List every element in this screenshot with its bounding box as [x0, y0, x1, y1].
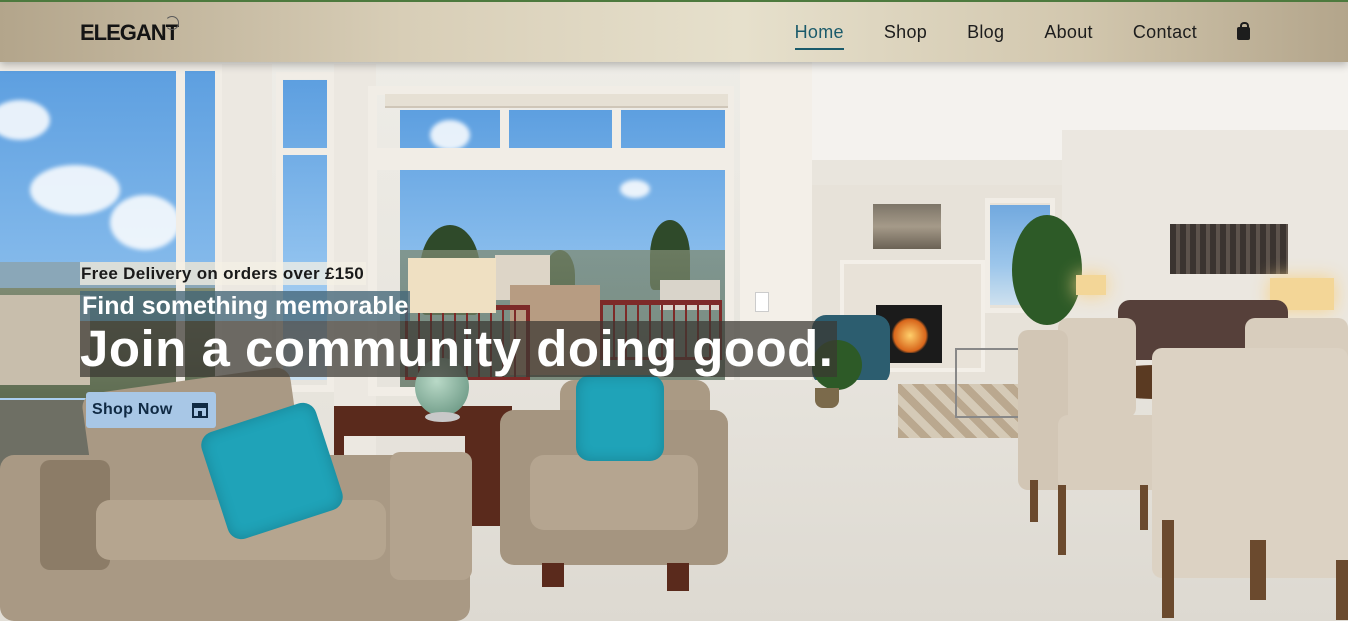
nav-shop[interactable]: Shop: [884, 22, 927, 43]
nav-blog[interactable]: Blog: [967, 22, 1004, 43]
brand-logo[interactable]: ELEGANT: [80, 20, 179, 46]
shop-now-label: Shop Now: [92, 401, 173, 418]
hero-headline: Join a community doing good.: [80, 321, 838, 377]
hero-section: Free Delivery on orders over £150 Find s…: [80, 262, 838, 428]
hero-tagline: Find something memorable: [80, 291, 411, 321]
store-icon: [192, 403, 208, 418]
promo-text: Free Delivery on orders over £150: [80, 262, 366, 285]
shopping-bag-icon[interactable]: [1237, 21, 1250, 40]
nav-contact[interactable]: Contact: [1133, 22, 1197, 43]
shop-now-button[interactable]: Shop Now: [86, 392, 216, 428]
top-navbar: ELEGANT Home Shop Blog About Contact: [0, 0, 1348, 62]
main-nav: Home Shop Blog About Contact: [794, 2, 1348, 62]
nav-about[interactable]: About: [1044, 22, 1093, 43]
nav-home[interactable]: Home: [794, 22, 845, 50]
logo-ring-icon: [165, 16, 179, 30]
